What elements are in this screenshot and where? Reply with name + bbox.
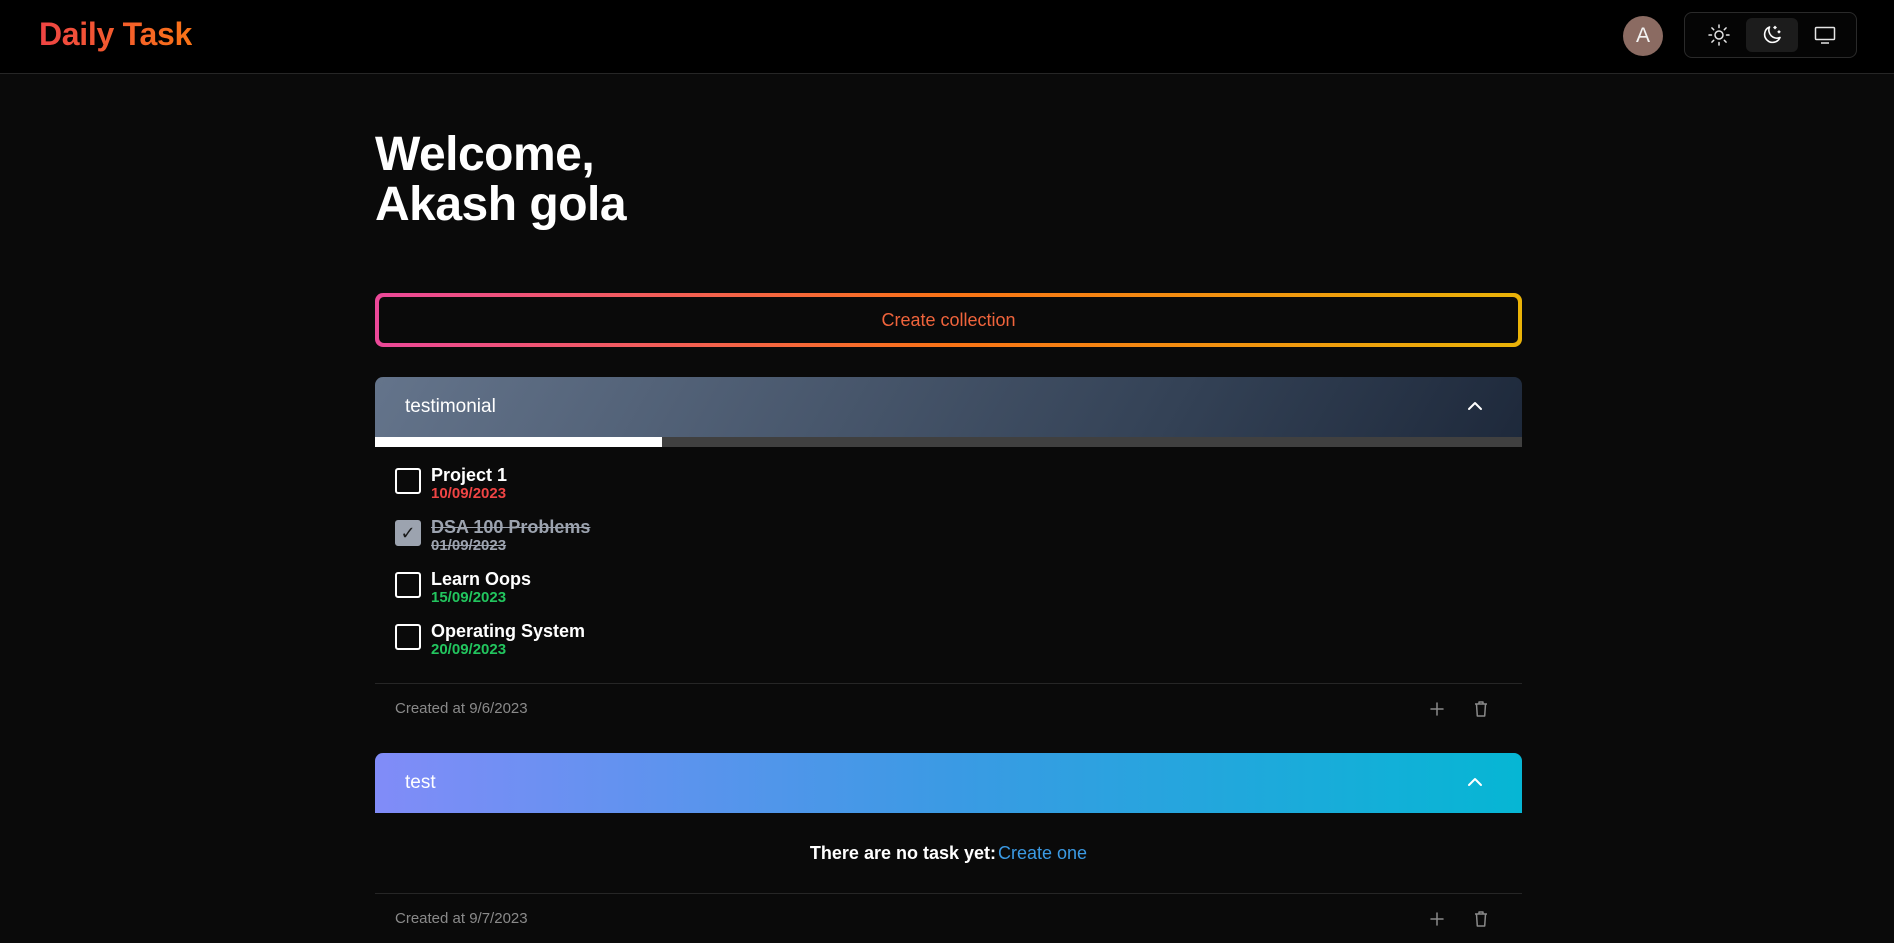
chevron-up-icon[interactable] xyxy=(1466,775,1484,789)
trash-icon xyxy=(1475,701,1487,717)
task-title: Operating System xyxy=(431,621,586,641)
user-avatar[interactable]: A xyxy=(1623,16,1663,56)
task-checkbox[interactable]: ✓ xyxy=(395,520,421,546)
monitor-icon xyxy=(1814,26,1836,44)
progress-fill xyxy=(375,437,662,447)
task-item: Project 1 10/09/2023 xyxy=(395,465,1502,517)
created-at-text: Created at 9/6/2023 xyxy=(395,700,528,717)
theme-system-button[interactable] xyxy=(1799,18,1851,52)
created-at-text: Created at 9/7/2023 xyxy=(395,910,528,927)
task-checkbox[interactable] xyxy=(395,468,421,494)
collection-card: testimonial Project 1 10/09/2023 ✓ DSA 1… xyxy=(375,377,1522,733)
add-task-button[interactable] xyxy=(1426,698,1448,720)
theme-switcher xyxy=(1684,12,1857,58)
task-title: DSA 100 Problems xyxy=(431,517,591,537)
theme-dark-button[interactable] xyxy=(1746,18,1798,52)
plus-icon xyxy=(1430,912,1444,926)
collection-title: testimonial xyxy=(405,396,496,417)
task-due-date: 15/09/2023 xyxy=(431,589,507,606)
delete-collection-button[interactable] xyxy=(1470,698,1492,720)
top-nav: Daily Task A xyxy=(0,0,1894,74)
chevron-up-icon[interactable] xyxy=(1466,399,1484,413)
plus-icon xyxy=(1430,702,1444,716)
create-collection-label: Create collection xyxy=(379,297,1518,343)
sun-icon xyxy=(1708,24,1730,46)
collection-title: test xyxy=(405,772,436,793)
task-due-date: 01/09/2023 xyxy=(431,537,507,554)
task-item: ✓ DSA 100 Problems 01/09/2023 xyxy=(395,517,1502,569)
brand-logo[interactable]: Daily Task xyxy=(39,16,192,53)
collection-progress-bar xyxy=(375,437,1522,447)
task-due-date: 10/09/2023 xyxy=(431,485,507,502)
task-item: Operating System 20/09/2023 xyxy=(395,621,1502,673)
empty-task-message: There are no task yet: Create one xyxy=(375,813,1522,893)
task-checkbox[interactable] xyxy=(395,624,421,650)
theme-light-button[interactable] xyxy=(1693,18,1745,52)
moon-stars-icon xyxy=(1763,25,1781,44)
task-due-date: 20/09/2023 xyxy=(431,641,507,658)
welcome-username: Akash gola xyxy=(375,178,627,231)
delete-collection-button[interactable] xyxy=(1470,908,1492,930)
trash-icon xyxy=(1475,911,1487,927)
empty-text: There are no task yet: xyxy=(809,842,996,863)
task-item: Learn Oops 15/09/2023 xyxy=(395,569,1502,621)
task-checkbox[interactable] xyxy=(395,572,421,598)
check-icon: ✓ xyxy=(400,522,416,543)
collection-header[interactable]: test xyxy=(375,753,1522,813)
collection-header[interactable]: testimonial xyxy=(375,377,1522,437)
collection-footer: Created at 9/7/2023 xyxy=(375,893,1522,943)
task-title: Learn Oops xyxy=(431,569,532,589)
collection-footer: Created at 9/6/2023 xyxy=(375,683,1522,733)
task-list: Project 1 10/09/2023 ✓ DSA 100 Problems … xyxy=(375,447,1522,683)
task-title: Project 1 xyxy=(431,465,508,485)
add-task-button[interactable] xyxy=(1426,908,1448,930)
collection-card: test There are no task yet: Create one C… xyxy=(375,753,1522,943)
create-collection-button[interactable]: Create collection xyxy=(375,293,1522,347)
create-task-link[interactable]: Create one xyxy=(998,843,1087,864)
welcome-greeting: Welcome, xyxy=(375,128,595,181)
welcome-heading: Welcome, Akash gola xyxy=(375,128,627,231)
